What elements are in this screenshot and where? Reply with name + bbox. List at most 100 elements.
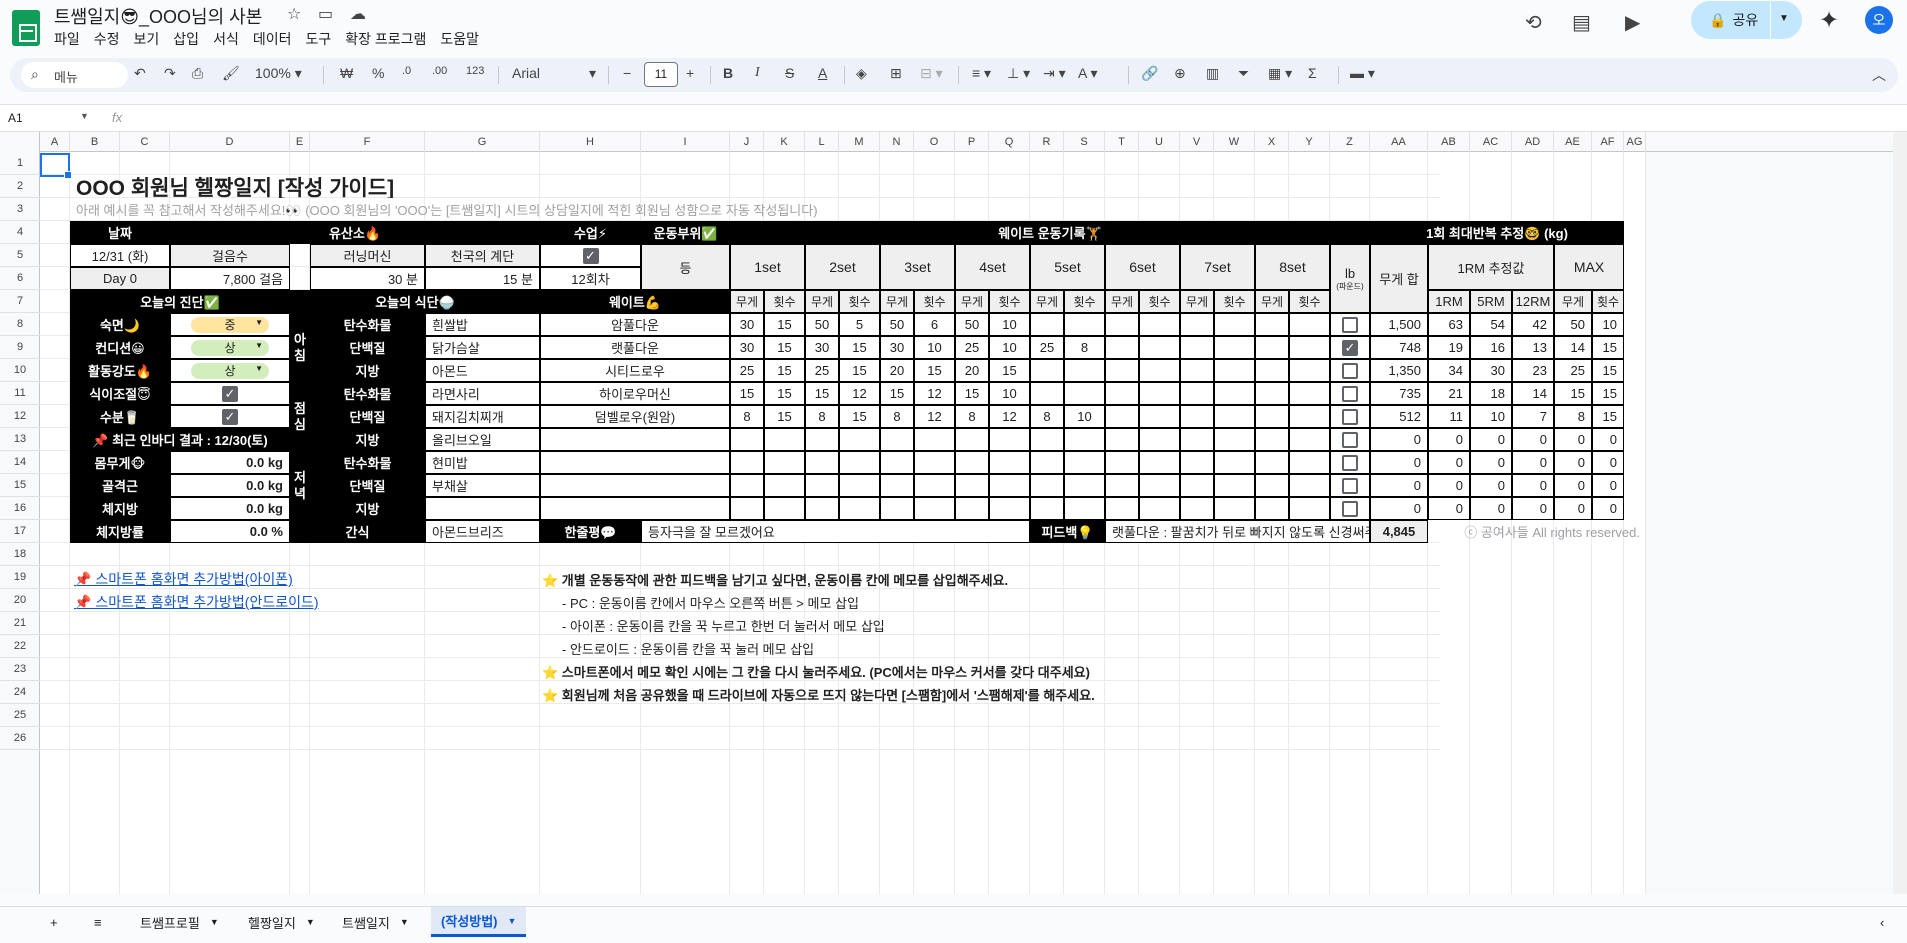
set-reps[interactable]: [764, 451, 805, 474]
meet-icon[interactable]: ▶: [1625, 10, 1640, 35]
checkbox-icon[interactable]: [1342, 477, 1358, 494]
menu-item[interactable]: 확장 프로그램: [345, 29, 426, 49]
set-reps[interactable]: [1139, 497, 1180, 520]
checkbox-icon[interactable]: ✓: [222, 408, 238, 425]
row-header[interactable]: 16: [0, 497, 40, 520]
redo-icon[interactable]: ↷: [164, 65, 176, 82]
row-header[interactable]: 21: [0, 612, 40, 635]
lb-checkbox[interactable]: [1330, 451, 1370, 474]
set-weight[interactable]: [1180, 474, 1214, 497]
set-weight[interactable]: [1105, 382, 1139, 405]
set-reps[interactable]: [1289, 405, 1330, 428]
day-cell[interactable]: Day 0: [70, 267, 170, 290]
set-weight[interactable]: [880, 428, 914, 451]
comment-icon[interactable]: ⊕: [1174, 65, 1186, 82]
set-reps[interactable]: [1214, 451, 1255, 474]
row-header[interactable]: 2: [0, 175, 40, 198]
set-reps[interactable]: 15: [764, 359, 805, 382]
tab-dropdown-icon[interactable]: ▼: [306, 917, 315, 927]
row-header[interactable]: 12: [0, 405, 40, 428]
set-reps[interactable]: [1214, 359, 1255, 382]
set-reps[interactable]: [764, 474, 805, 497]
set-weight[interactable]: [1255, 451, 1289, 474]
menu-item[interactable]: 보기: [134, 29, 160, 49]
checkbox-icon[interactable]: [1342, 316, 1358, 333]
set-reps[interactable]: [1139, 359, 1180, 382]
set-weight[interactable]: [1255, 405, 1289, 428]
set-weight[interactable]: [1030, 428, 1064, 451]
snack-value[interactable]: 아몬드브리즈: [425, 520, 540, 543]
exercise-name[interactable]: 랫풀다운: [540, 336, 730, 359]
filter-icon[interactable]: ⏷: [1238, 65, 1249, 82]
set-reps[interactable]: [1214, 497, 1255, 520]
set-reps[interactable]: 10: [989, 313, 1030, 336]
set-reps[interactable]: [1214, 313, 1255, 336]
set-reps[interactable]: [839, 451, 880, 474]
menu-item[interactable]: 서식: [213, 29, 239, 49]
menu-item[interactable]: 수정: [94, 29, 120, 49]
body-value[interactable]: 0.0 kg: [170, 474, 290, 497]
sheets-logo-icon[interactable]: [12, 10, 40, 46]
vertical-scrollbar[interactable]: [1893, 132, 1907, 894]
v-align-icon[interactable]: ⊥ ▾: [1007, 65, 1030, 82]
row-header[interactable]: 10: [0, 359, 40, 382]
set-reps[interactable]: [1139, 336, 1180, 359]
row-header[interactable]: 8: [0, 313, 40, 336]
set-weight[interactable]: [730, 428, 764, 451]
row-header[interactable]: 15: [0, 474, 40, 497]
set-reps[interactable]: 12: [989, 405, 1030, 428]
set-reps[interactable]: [764, 497, 805, 520]
row-header[interactable]: 19: [0, 566, 40, 589]
set-weight[interactable]: [1105, 359, 1139, 382]
sheet-tab[interactable]: 트쌤일지 ▼: [332, 907, 419, 937]
diagnosis-value[interactable]: 중 ▼: [170, 313, 290, 336]
set-weight[interactable]: [1255, 474, 1289, 497]
set-reps[interactable]: 5: [839, 313, 880, 336]
set-weight[interactable]: 20: [880, 359, 914, 382]
set-weight[interactable]: [1180, 382, 1214, 405]
body-value[interactable]: 0.0 %: [170, 520, 290, 543]
set-reps[interactable]: 12: [914, 382, 955, 405]
set-reps[interactable]: [1139, 428, 1180, 451]
set-reps[interactable]: [1139, 451, 1180, 474]
row-header[interactable]: 20: [0, 589, 40, 612]
set-reps[interactable]: 15: [764, 336, 805, 359]
set-weight[interactable]: [1030, 451, 1064, 474]
row-header[interactable]: 1: [0, 152, 40, 175]
column-header[interactable]: S: [1064, 132, 1105, 152]
set-reps[interactable]: [1289, 497, 1330, 520]
treadmill-value[interactable]: 30 분: [310, 267, 425, 290]
set-weight[interactable]: 30: [805, 336, 839, 359]
set-reps[interactable]: [989, 428, 1030, 451]
rotate-icon[interactable]: A ▾: [1078, 65, 1097, 82]
column-header[interactable]: AB: [1428, 132, 1470, 152]
row-header[interactable]: 13: [0, 428, 40, 451]
row-header[interactable]: 11: [0, 382, 40, 405]
food-value[interactable]: 현미밥: [425, 451, 540, 474]
set-weight[interactable]: 15: [955, 382, 989, 405]
set-weight[interactable]: [1105, 405, 1139, 428]
set-reps[interactable]: [1289, 336, 1330, 359]
steps-value[interactable]: 7,800 걸음: [170, 267, 290, 290]
column-header[interactable]: AA: [1370, 132, 1428, 152]
set-reps[interactable]: 12: [914, 405, 955, 428]
feedback-value[interactable]: 랫풀다운 : 팔꿈치가 뒤로 빠지지 않도록 신경써주세요: [1105, 520, 1370, 543]
set-reps[interactable]: 12: [839, 382, 880, 405]
column-header[interactable]: U: [1139, 132, 1180, 152]
set-weight[interactable]: [1255, 497, 1289, 520]
column-header[interactable]: M: [839, 132, 880, 152]
review-value[interactable]: 등자극을 잘 모르겠어요: [641, 520, 1030, 543]
selected-cell-a1[interactable]: [40, 153, 72, 179]
set-reps[interactable]: [1289, 474, 1330, 497]
set-reps[interactable]: 6: [914, 313, 955, 336]
set-weight[interactable]: [1030, 382, 1064, 405]
column-header[interactable]: Z: [1330, 132, 1370, 152]
set-reps[interactable]: [1064, 497, 1105, 520]
column-header[interactable]: Q: [989, 132, 1030, 152]
set-weight[interactable]: 25: [955, 336, 989, 359]
diagnosis-chip[interactable]: 중 ▼: [191, 316, 269, 333]
class-checkbox[interactable]: ✓: [540, 244, 641, 267]
column-header[interactable]: I: [641, 132, 730, 152]
column-header[interactable]: J: [730, 132, 764, 152]
all-sheets-icon[interactable]: ≡: [84, 907, 112, 937]
